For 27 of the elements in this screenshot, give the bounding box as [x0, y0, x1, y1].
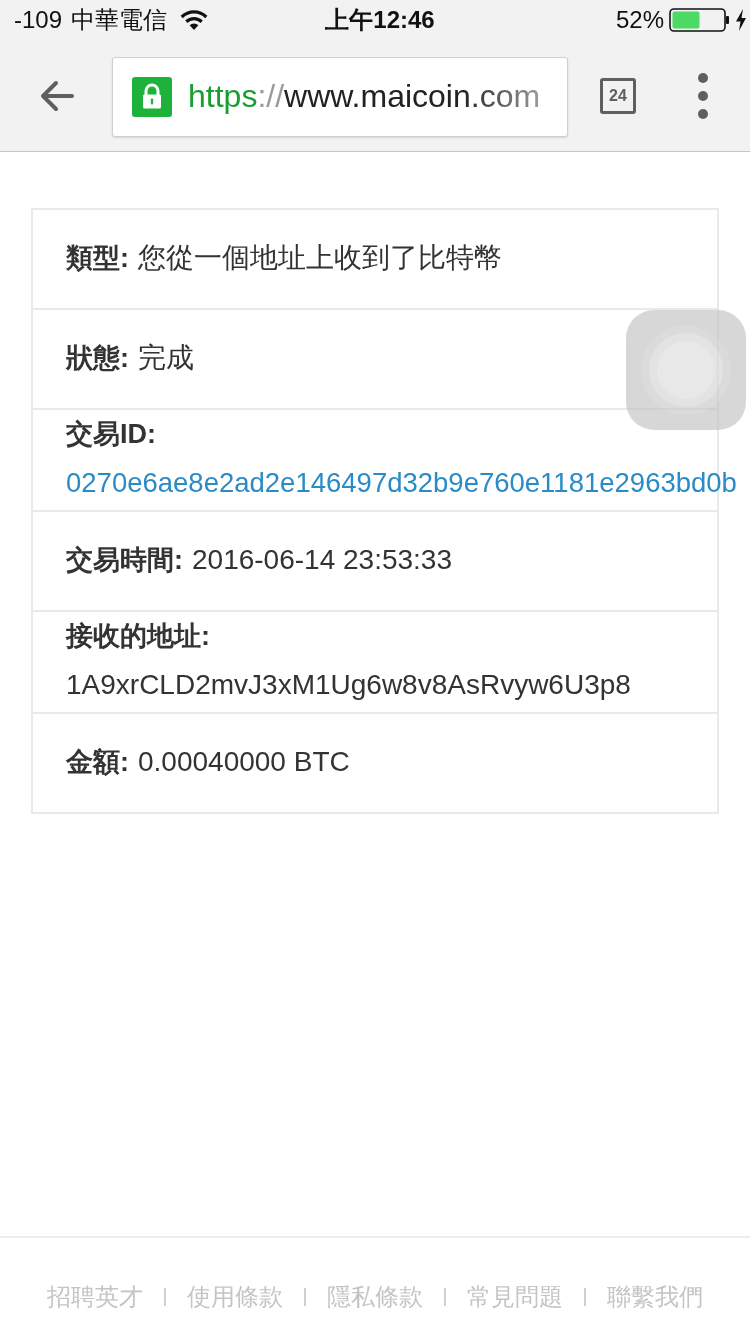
- field-label: 類型:: [66, 242, 129, 275]
- signal-strength: -109: [14, 6, 63, 34]
- footer-link[interactable]: 招聘英才: [47, 1280, 143, 1314]
- field-label: 交易時間:: [66, 544, 183, 577]
- field-label: 金額:: [66, 746, 129, 779]
- wifi-icon: [180, 10, 209, 30]
- field-value: 0.00040000 BTC: [138, 745, 350, 779]
- footer-link[interactable]: 使用條款: [187, 1280, 283, 1314]
- field-label: 狀態:: [66, 342, 129, 375]
- field-label: 交易ID:: [66, 418, 156, 451]
- footer-link[interactable]: 常見問題: [467, 1280, 563, 1314]
- address-field[interactable]: https://www.maicoin.com: [112, 56, 568, 137]
- more-vertical-icon[interactable]: [697, 71, 709, 120]
- field-label: 接收的地址:: [66, 620, 210, 653]
- battery-percentage: 52%: [615, 6, 664, 34]
- footer-link[interactable]: 聯繫我們: [607, 1280, 703, 1314]
- carrier-name: 中華電信: [71, 6, 168, 34]
- field-value: 2016-06-14 23:53:33: [192, 543, 452, 577]
- footer-link[interactable]: 隱私條款: [327, 1280, 423, 1314]
- tab-switcher-button[interactable]: 24: [600, 77, 636, 114]
- back-arrow-icon[interactable]: [40, 79, 74, 112]
- field-value: 您從一個地址上收到了比特幣: [138, 241, 502, 275]
- clock-time: 上午12:46: [325, 5, 435, 35]
- battery-icon: [669, 8, 731, 32]
- field-value: 1A9xrCLD2mvJ3xM1Ug6w8v8AsRvyw6U3p8: [66, 668, 631, 702]
- field-value: 完成: [138, 341, 194, 375]
- transaction-id-link[interactable]: 0270e6ae8e2ad2e146497d32b9e760e1181e2963bd0b: [66, 463, 737, 503]
